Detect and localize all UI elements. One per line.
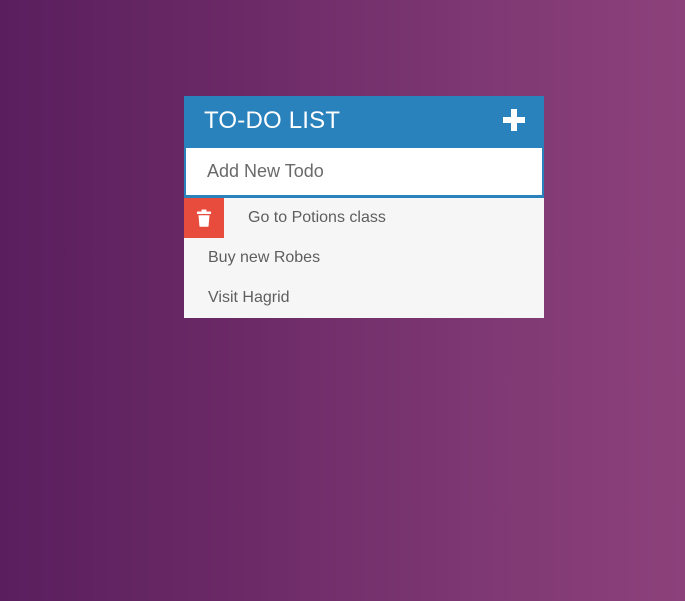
todo-item[interactable]: Buy new Robes (184, 238, 544, 278)
todo-list: Go to Potions class Buy new Robes Visit … (184, 198, 544, 318)
todo-item-text: Buy new Robes (208, 249, 321, 266)
todo-item[interactable]: Visit Hagrid (184, 278, 544, 318)
plus-icon[interactable] (501, 107, 527, 133)
todo-input-wrapper (184, 146, 544, 198)
todo-header: TO-DO LIST (184, 96, 544, 146)
todo-item-text: Visit Hagrid (208, 289, 290, 306)
page-title: TO-DO LIST (204, 107, 341, 134)
todo-item[interactable]: Go to Potions class (184, 198, 544, 238)
delete-button[interactable] (184, 198, 224, 238)
todo-item-text: Go to Potions class (248, 209, 386, 226)
trash-icon (197, 209, 211, 227)
todo-card: TO-DO LIST Go to Potions class Buy new R… (184, 96, 544, 318)
add-todo-input[interactable] (186, 148, 542, 195)
